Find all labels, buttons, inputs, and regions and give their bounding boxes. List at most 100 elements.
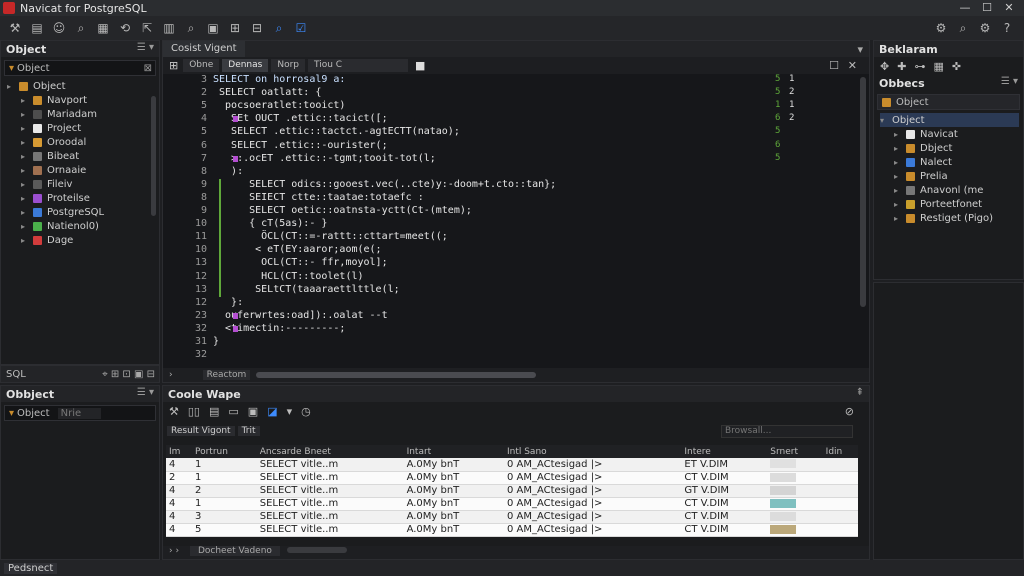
- code-line[interactable]: SEt OUCT .ettic::tacict([;: [213, 113, 388, 124]
- table-cell[interactable]: CT V.DIM: [681, 471, 768, 485]
- tree-item[interactable]: ▸ Dage: [7, 233, 159, 247]
- table-cell[interactable]: 1: [191, 458, 257, 472]
- code-line[interactable]: SELtCT(taaaraettlttle(l;: [213, 284, 400, 295]
- code-line[interactable]: SELECT oatlatt: {: [213, 87, 321, 98]
- tree-item[interactable]: ▸ PostgreSQL: [7, 205, 159, 219]
- minimize-button[interactable]: —: [954, 0, 976, 16]
- wrench-icon[interactable]: ⚒: [4, 19, 26, 37]
- code-line[interactable]: }: [213, 336, 219, 347]
- table-row[interactable]: 2 1 SELECT vitle..m A.0My bnT 0 AM_ACtesigad…: [166, 471, 858, 485]
- column-header[interactable]: Intart: [403, 445, 504, 458]
- code-line[interactable]: { cT(5as):- }: [213, 218, 327, 229]
- chevron-right-icon[interactable]: ▸: [21, 166, 33, 175]
- table-cell[interactable]: 2: [166, 471, 192, 485]
- table-cell[interactable]: CT V.DIM: [681, 510, 768, 524]
- table-cell[interactable]: 4: [166, 523, 192, 537]
- refresh-icon[interactable]: ⟲: [114, 19, 136, 37]
- result-filter-input[interactable]: [721, 424, 853, 438]
- code-line[interactable]: SELECT oetic::oatnsta-yctt(Ct-(mtem);: [213, 205, 472, 216]
- table-cell[interactable]: 4: [166, 484, 192, 498]
- code-area[interactable]: 3 2 5 4 5 6 7 8 9 8 9 10 11 10 13 12 13 12 23 32 31 32 SELECT …: [163, 74, 855, 367]
- tree-scrollbar[interactable]: [151, 96, 156, 216]
- tree-icon[interactable]: ⊶: [914, 60, 925, 73]
- tree-item[interactable]: ▸ Ornaaie: [7, 163, 159, 177]
- table-row[interactable]: 4 5 SELECT vitle..m A.0My bnT 0 AM_ACtesigad…: [166, 523, 858, 537]
- table-cell[interactable]: 0 AM_ACtesigad |>: [503, 484, 682, 498]
- check-icon[interactable]: ☑: [290, 19, 312, 37]
- code-line[interactable]: ouferwrtes:oad]):.oalat --t: [213, 310, 388, 321]
- chevron-right-icon[interactable]: ▸: [894, 172, 906, 181]
- table-cell[interactable]: [822, 523, 858, 537]
- pin-icon[interactable]: ✜: [952, 60, 961, 73]
- horizontal-scrollbar[interactable]: [286, 547, 347, 553]
- chevron-right-icon[interactable]: › ›: [169, 546, 179, 556]
- code-line[interactable]: SELECT .ettic::-ourister(;: [213, 140, 388, 151]
- subtab-2[interactable]: Norp: [271, 59, 306, 72]
- chart-icon[interactable]: ◪: [267, 405, 277, 418]
- subtab-1[interactable]: Dennas: [222, 59, 269, 72]
- fold-marker-icon[interactable]: [233, 325, 238, 332]
- chevron-right-icon[interactable]: ▸: [894, 186, 906, 195]
- table-cell[interactable]: A.0My bnT: [403, 484, 504, 498]
- table-cell[interactable]: A.0My bnT: [403, 497, 504, 511]
- table-cell[interactable]: [822, 497, 858, 511]
- tree-item[interactable]: ▸ Mariadam: [7, 107, 159, 121]
- clear-icon[interactable]: ⊘: [845, 405, 854, 418]
- help-icon[interactable]: ?: [996, 19, 1018, 37]
- chevron-down-icon[interactable]: ▾: [880, 116, 892, 125]
- table-cell[interactable]: 3: [191, 510, 257, 524]
- panel-close-icon[interactable]: ✕: [848, 59, 857, 72]
- chevron-right-icon[interactable]: ▸: [894, 158, 906, 167]
- tree-item[interactable]: ▸ Restiget (Pigo): [880, 211, 1023, 225]
- table-cell[interactable]: CT V.DIM: [681, 497, 768, 511]
- tab-editor[interactable]: Cosist Vigent: [163, 41, 245, 57]
- fold-marker-icon[interactable]: [233, 312, 238, 319]
- chevron-right-icon[interactable]: ▸: [894, 130, 906, 139]
- chevron-right-icon[interactable]: ▸: [21, 194, 33, 203]
- search-icon[interactable]: ⌕: [70, 19, 92, 37]
- code-line[interactable]: ):: [213, 166, 243, 177]
- dropdown-icon[interactable]: ▾: [287, 405, 293, 418]
- tree-item[interactable]: ▸ Project: [7, 121, 159, 135]
- code-line[interactable]: SELECT odics::gooest.vec(..cte)y:-doom+t…: [213, 179, 556, 190]
- tree-root[interactable]: ▸ Object: [7, 79, 159, 93]
- chevron-right-icon[interactable]: ▸: [21, 138, 33, 147]
- tree-root[interactable]: ▾ Object: [880, 113, 1019, 127]
- close-button[interactable]: ✕: [998, 0, 1020, 16]
- subtab-3[interactable]: Tiou C: [308, 59, 409, 72]
- chevron-right-icon[interactable]: ▸: [894, 144, 906, 153]
- footer-tools-icon[interactable]: ⌖ ⊞ ⊡ ▣ ⊟: [102, 369, 155, 380]
- table-cell[interactable]: SELECT vitle..m: [256, 510, 404, 524]
- chevron-right-icon[interactable]: ▸: [21, 96, 33, 105]
- code-line[interactable]: }:: [213, 297, 243, 308]
- table-cell[interactable]: A.0My bnT: [403, 523, 504, 537]
- table-cell[interactable]: [822, 510, 858, 524]
- function-icon[interactable]: ⊞: [224, 19, 246, 37]
- code-line[interactable]: HCL(CT::toolet(l): [213, 271, 363, 282]
- chevron-right-icon[interactable]: ›: [169, 370, 173, 380]
- chevron-right-icon[interactable]: ▸: [894, 214, 906, 223]
- table-cell[interactable]: 1: [191, 471, 257, 485]
- tree-item[interactable]: ▸ Prelia: [880, 169, 1023, 183]
- search-icon[interactable]: ⌕: [180, 19, 202, 37]
- folder-icon[interactable]: ▤: [209, 405, 219, 418]
- fold-marker-icon[interactable]: [233, 116, 238, 123]
- table-row[interactable]: 4 3 SELECT vitle..m A.0My bnT 0 AM_ACtesigad…: [166, 510, 858, 524]
- table-cell[interactable]: A.0My bnT: [403, 458, 504, 472]
- table-cell[interactable]: 0 AM_ACtesigad |>: [503, 458, 682, 472]
- tree-item[interactable]: ▸ Oroodal: [7, 135, 159, 149]
- object-filter[interactable]: Object: [877, 94, 1020, 110]
- table-cell[interactable]: 4: [166, 458, 192, 472]
- panel-close-icon[interactable]: ☐: [829, 59, 839, 72]
- result-tab[interactable]: Reactom: [202, 370, 251, 380]
- code-line[interactable]: ÖCL(CT::=-rattt::cttart=meet((;: [213, 231, 448, 242]
- table-cell[interactable]: SELECT vitle..m: [256, 484, 404, 498]
- tools-icon[interactable]: ⚒: [169, 405, 179, 418]
- panel-menu-icon[interactable]: ☰ ▾: [1001, 76, 1018, 87]
- tree-item[interactable]: ▸ Navport: [7, 93, 159, 107]
- chevron-right-icon[interactable]: ▸: [21, 110, 33, 119]
- tree-item[interactable]: ▸ Anavonl (me: [880, 183, 1023, 197]
- folder-icon[interactable]: ▤: [26, 19, 48, 37]
- expand-icon[interactable]: ✥: [880, 60, 889, 73]
- tab-trit[interactable]: Trit: [237, 426, 260, 436]
